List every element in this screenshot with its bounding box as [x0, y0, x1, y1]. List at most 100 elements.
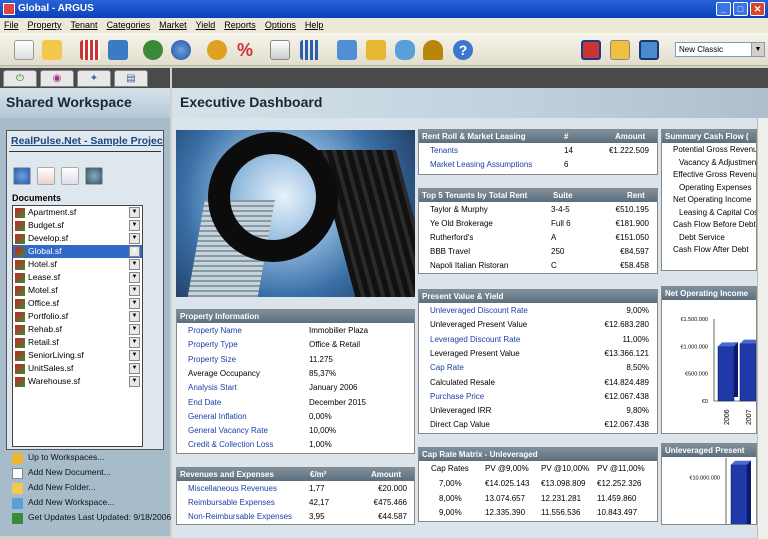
document-item[interactable]: UnitSales.sf ▼ — [13, 362, 142, 375]
chevron-down-icon[interactable]: ▼ — [129, 363, 140, 374]
property-value: January 2006 — [309, 383, 358, 393]
open-folder-icon[interactable] — [42, 40, 62, 60]
skin-select[interactable]: New Classic ▼ — [675, 42, 765, 57]
menu-reports[interactable]: Reports — [224, 20, 256, 33]
tenant-suite: Full 6 — [551, 219, 571, 228]
chevron-down-icon[interactable]: ▼ — [129, 207, 140, 218]
menu-help[interactable]: Help — [305, 20, 324, 33]
chevron-down-icon[interactable]: ▼ — [129, 376, 140, 387]
chevron-down-icon[interactable]: ▼ — [129, 272, 140, 283]
report-icon[interactable] — [80, 40, 100, 60]
tools-tab-icon[interactable]: ✦ — [77, 70, 111, 87]
document-item[interactable]: Global.sf ▼ — [13, 245, 142, 258]
tenant-icon[interactable] — [108, 40, 128, 60]
up-to-workspaces-link[interactable]: Up to Workspaces... — [12, 452, 170, 466]
property-label[interactable]: General Vacancy Rate — [188, 426, 268, 440]
market-icon[interactable] — [143, 40, 163, 60]
user-icon[interactable] — [171, 40, 191, 60]
document-item[interactable]: Portfolio.sf ▼ — [13, 310, 142, 323]
report-tab-icon[interactable]: ▤ — [114, 70, 148, 87]
portfolio-icon[interactable] — [395, 40, 415, 60]
document-item[interactable]: Rehab.sf ▼ — [13, 323, 142, 336]
add-document-link[interactable]: Add New Document... — [12, 467, 170, 481]
exit-icon[interactable] — [581, 40, 601, 60]
document-item[interactable]: Develop.sf ▼ — [13, 232, 142, 245]
menu-market[interactable]: Market — [159, 20, 187, 33]
money-icon[interactable] — [207, 40, 227, 60]
chevron-down-icon[interactable]: ▼ — [129, 298, 140, 309]
chevron-down-icon[interactable]: ▼ — [129, 233, 140, 244]
document-item[interactable]: Office.sf ▼ — [13, 297, 142, 310]
help-icon[interactable]: ? — [453, 40, 473, 60]
media-tab-icon[interactable]: ◉ — [40, 70, 74, 87]
panel-header: Present Value & Yield — [419, 290, 657, 303]
chevron-down-icon[interactable]: ▼ — [129, 311, 140, 322]
document-item[interactable]: Hotel.sf ▼ — [13, 258, 142, 271]
chevron-down-icon[interactable]: ▼ — [751, 43, 764, 56]
menu-yield[interactable]: Yield — [196, 20, 216, 33]
property-label[interactable]: Property Size — [188, 355, 236, 369]
bar-side — [734, 342, 738, 397]
document-icon — [15, 247, 25, 257]
pv-label[interactable]: Cap Rate — [430, 363, 464, 377]
chevron-down-icon[interactable]: ▼ — [129, 324, 140, 335]
power-tab-icon[interactable]: ⏻ — [3, 70, 37, 87]
document-item[interactable]: Warehouse.sf ▼ — [13, 375, 142, 388]
document-icon[interactable] — [61, 167, 79, 185]
chevron-down-icon[interactable]: ▼ — [129, 259, 140, 270]
document-item[interactable]: Retail.sf ▼ — [13, 336, 142, 349]
database-icon[interactable] — [366, 40, 386, 60]
pv-label[interactable]: Purchase Price — [430, 392, 484, 406]
globe-icon[interactable] — [85, 167, 103, 185]
new-document-icon[interactable] — [14, 40, 34, 60]
calendar-icon[interactable] — [337, 40, 357, 60]
chevron-down-icon[interactable]: ▼ — [129, 337, 140, 348]
chevron-down-icon[interactable]: ▼ — [129, 246, 140, 257]
add-folder-link[interactable]: Add New Folder... — [12, 482, 170, 496]
document-item[interactable]: SeniorLiving.sf ▼ — [13, 349, 142, 362]
chevron-down-icon[interactable]: ▼ — [129, 220, 140, 231]
document-list[interactable]: Apartment.sf ▼ Budget.sf ▼ Develop.sf ▼ Global… — [12, 205, 143, 447]
cap-matrix-cell: 12.335.390 — [485, 508, 526, 517]
person-icon[interactable] — [423, 40, 443, 60]
menu-categories[interactable]: Categories — [107, 20, 151, 33]
pv-label[interactable]: Leveraged Discount Rate — [430, 335, 520, 349]
close-button[interactable]: ✕ — [750, 2, 765, 16]
document-item[interactable]: Budget.sf ▼ — [13, 219, 142, 232]
chevron-down-icon[interactable]: ▼ — [129, 350, 140, 361]
revenue-label[interactable]: Reimbursable Expenses — [188, 498, 275, 512]
revenue-label[interactable]: Non-Reimbursable Expenses — [188, 512, 292, 524]
menu-file[interactable]: File — [4, 20, 19, 33]
rent-roll-panel: Rent Roll & Market Leasing # Amount Tena… — [418, 129, 658, 175]
percent-icon[interactable]: % — [235, 40, 255, 60]
get-updates-link[interactable]: Get Updates Last Updated: 9/18/2006 — [12, 512, 171, 526]
rent-roll-link[interactable]: Tenants — [430, 146, 458, 160]
vertical-scrollbar[interactable] — [757, 118, 768, 539]
minimize-button[interactable]: _ — [716, 2, 731, 16]
pv-label[interactable]: Unleveraged Discount Rate — [430, 306, 528, 320]
property-label[interactable]: Property Name — [188, 326, 242, 340]
document-item[interactable]: Apartment.sf ▼ — [13, 206, 142, 219]
edit-icon[interactable] — [610, 40, 630, 60]
project-title[interactable]: RealPulse.Net - Sample Project — [11, 135, 163, 147]
screen-icon[interactable] — [639, 40, 659, 60]
menu-options[interactable]: Options — [265, 20, 296, 33]
document-icon[interactable] — [270, 40, 290, 60]
property-label[interactable]: End Date — [188, 398, 221, 412]
property-label[interactable]: Analysis Start — [188, 383, 237, 397]
revenue-label[interactable]: Miscellaneous Revenues — [188, 484, 277, 498]
checklist-icon[interactable] — [37, 167, 55, 185]
property-label[interactable]: Credit & Collection Loss — [188, 440, 273, 454]
rent-roll-link[interactable]: Market Leasing Assumptions — [430, 160, 532, 174]
bar-chart-icon[interactable] — [300, 40, 320, 60]
menu-tenant[interactable]: Tenant — [71, 20, 98, 33]
chevron-down-icon[interactable]: ▼ — [129, 285, 140, 296]
users-icon[interactable] — [13, 167, 31, 185]
property-label[interactable]: General Inflation — [188, 412, 247, 426]
maximize-button[interactable]: □ — [733, 2, 748, 16]
property-label[interactable]: Property Type — [188, 340, 238, 354]
add-workspace-link[interactable]: Add New Workspace... — [12, 497, 170, 511]
document-item[interactable]: Lease.sf ▼ — [13, 271, 142, 284]
document-item[interactable]: Motel.sf ▼ — [13, 284, 142, 297]
menu-property[interactable]: Property — [28, 20, 62, 33]
